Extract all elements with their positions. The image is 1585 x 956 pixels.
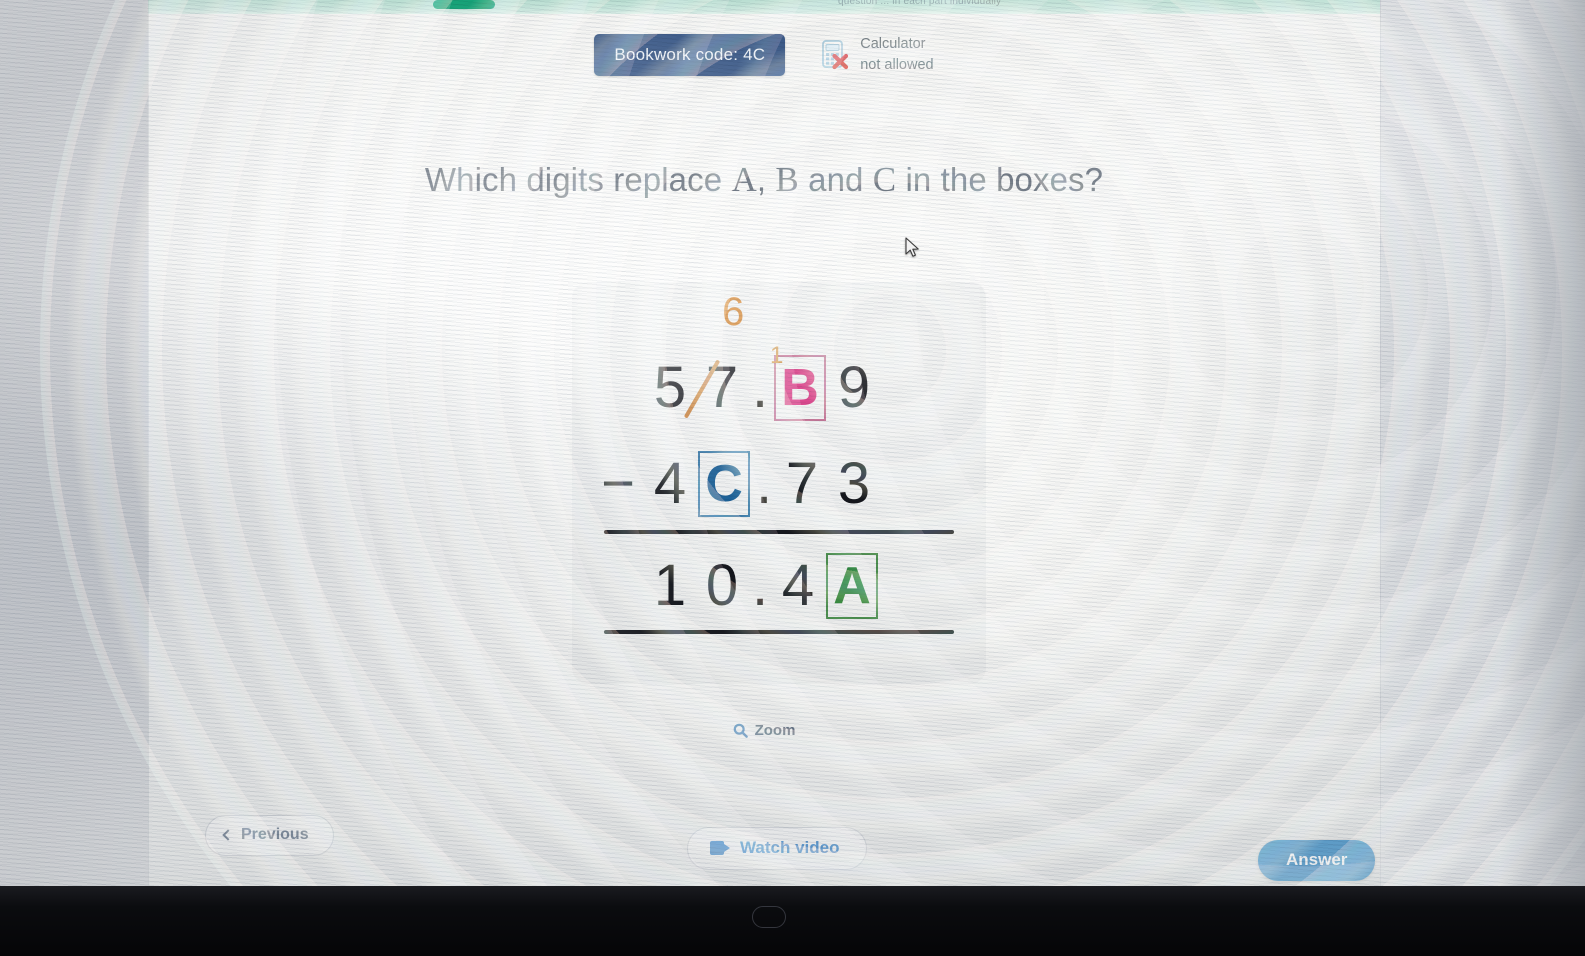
subtrahend-digit-2: 7 [785,451,819,516]
result-row: 1 0 . 4 A [644,552,880,619]
zoom-control[interactable]: Zoom [148,722,1380,739]
bezel-indicator [752,906,786,928]
zoom-label: Zoom [754,722,796,739]
result-decimal-point: . [751,553,769,618]
minuend-digit-3: 9 [837,355,871,420]
result-digit-2: 4 [781,553,815,618]
banner-pill [433,0,495,9]
column-subtraction: 6 1 5 7 . B 9 − 4 C . 7 3 1 0 . 4 A [572,282,986,684]
monitor-bezel [0,886,1585,956]
question-letter-a: A [731,160,757,199]
subtrahend-row: − 4 C . 7 3 [592,450,880,517]
video-camera-icon [710,841,730,855]
question-sep-1: , [756,161,776,198]
header-row: Bookwork code: 4C Calculator not allowed [148,30,1380,80]
answer-box-a[interactable]: A [824,552,880,619]
magnifier-icon [733,723,748,738]
minuend-row: 5 7 . B 9 [644,354,880,421]
previous-button[interactable]: Previous [205,815,334,856]
question-part-1: Which digits replace [424,161,732,198]
calculator-not-allowed-note: Calculator not allowed [821,34,934,75]
desktop-left-margin [0,0,148,888]
photographed-screen-scene: question ... in each part individually B… [0,0,1585,956]
monitor-screen: question ... in each part individually B… [0,0,1585,888]
answer-box-a-letter: A [826,552,878,619]
subtrahend-decimal-point: . [755,451,773,516]
window-edge-left [148,0,149,888]
calculator-note-text: Calculator not allowed [860,34,933,75]
subtrahend-digit-0: 4 [653,451,687,516]
question-sep-2: and [798,161,873,198]
calculator-not-allowed-icon [821,39,851,71]
previous-button-label: Previous [241,826,309,843]
carry-one-annotation: 1 [770,342,784,369]
window-edge-right [1380,0,1381,888]
question-text: Which digits replace A, B and C in the b… [148,160,1380,200]
top-status-banner: question ... in each part individually [148,0,1380,14]
question-part-2: in the boxes? [896,161,1104,198]
banner-text: question ... in each part individually [838,0,1002,7]
minuend-decimal-point: . [751,355,769,420]
mouse-cursor [905,237,921,264]
subtraction-operator: − [601,451,635,516]
browser-page: question ... in each part individually B… [148,0,1380,888]
answer-box-c[interactable]: C [696,450,752,517]
bookwork-code-chip[interactable]: Bookwork code: 4C [594,34,786,76]
question-letter-c: C [872,160,897,199]
answer-box-c-letter: C [698,450,750,517]
answer-button[interactable]: Answer [1258,840,1376,881]
sum-rule-bottom [604,630,954,634]
calculator-note-line2: not allowed [860,57,934,73]
subtrahend-digit-3: 3 [837,451,871,516]
calculator-note-line1: Calculator [860,36,926,53]
result-digit-1: 0 [705,553,739,618]
chevron-left-icon [222,829,234,841]
result-digit-0: 1 [653,553,687,618]
right-edge-blur [1500,0,1585,888]
regroup-six-annotation: 6 [722,290,745,334]
sum-rule-top [604,530,954,534]
question-letter-b: B [775,160,799,199]
watch-video-button[interactable]: Watch video [687,827,867,870]
watch-video-label: Watch video [740,838,840,857]
